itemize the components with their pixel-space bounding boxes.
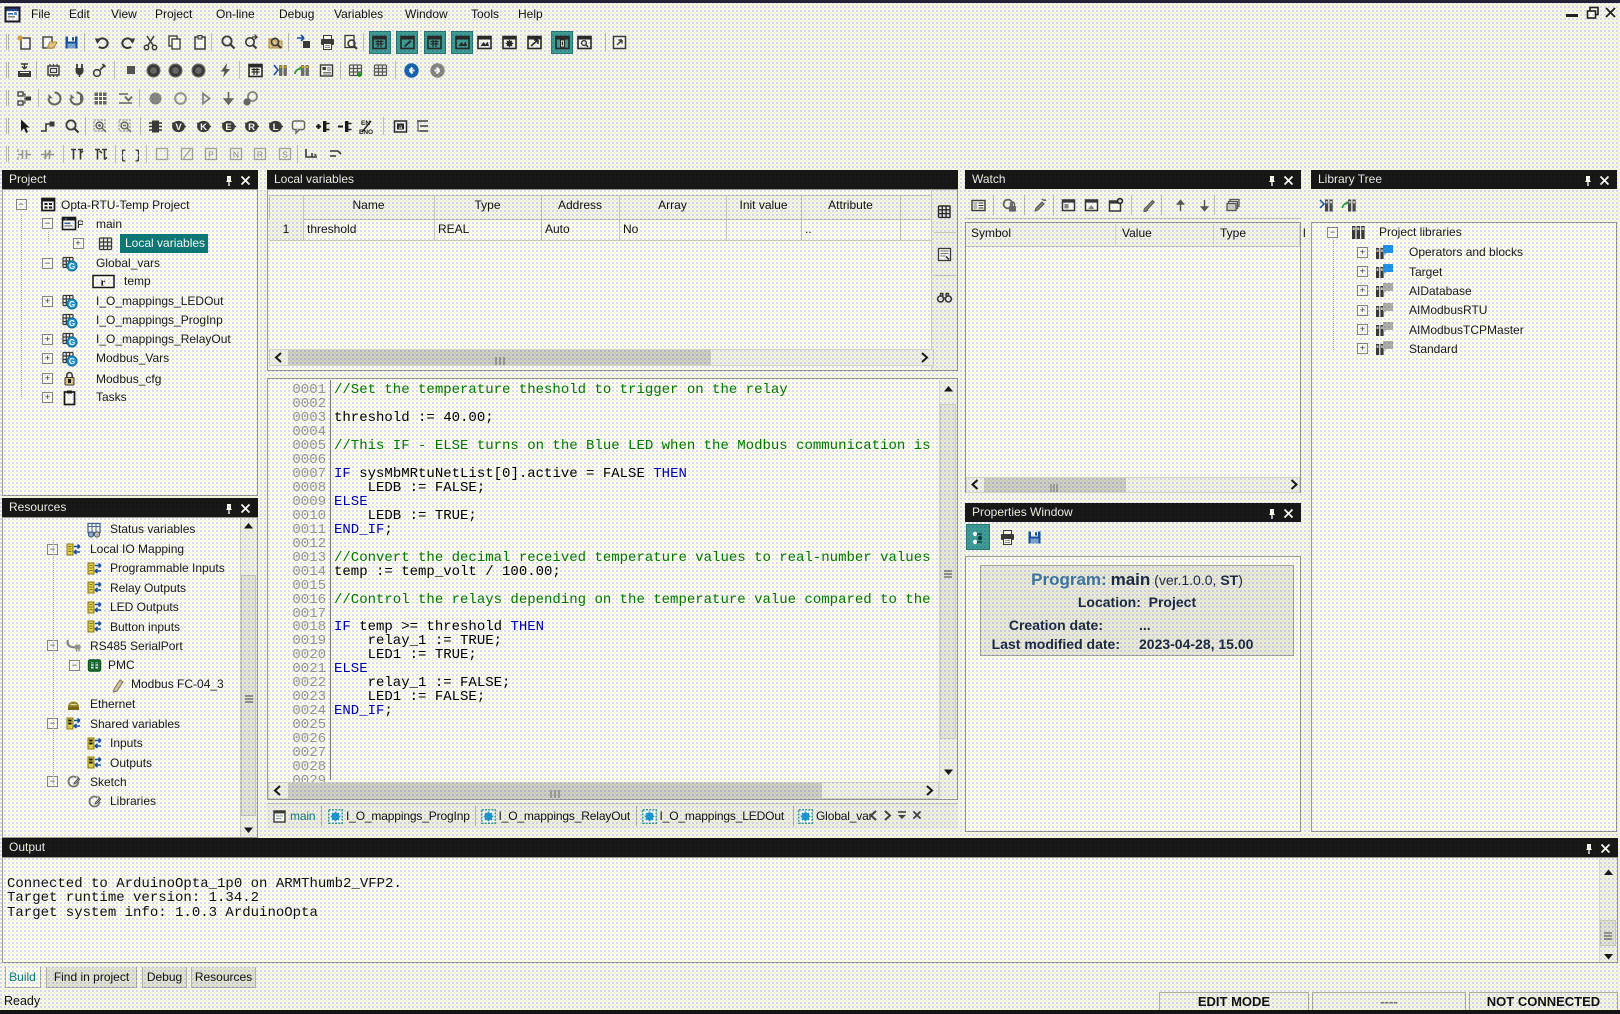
svg-text:P: P <box>208 149 214 159</box>
svg-text:S: S <box>282 149 288 159</box>
svg-text:R: R <box>248 122 255 133</box>
svg-text:G: G <box>69 300 75 309</box>
svg-text:r: r <box>101 276 106 288</box>
svg-text:G: G <box>69 262 75 271</box>
svg-text:ENO: ENO <box>359 129 373 135</box>
svg-text:V: V <box>175 122 182 133</box>
svg-text:P: P <box>77 219 83 231</box>
svg-text:N: N <box>233 149 239 159</box>
svg-text:{ }: { } <box>122 148 139 163</box>
svg-text:G: G <box>69 319 75 328</box>
svg-text:R: R <box>256 149 262 159</box>
svg-text:E: E <box>225 122 231 133</box>
svg-text:L: L <box>273 122 279 133</box>
svg-text:G: G <box>69 357 75 366</box>
svg-text:K: K <box>200 122 207 133</box>
svg-text:G: G <box>69 338 75 347</box>
